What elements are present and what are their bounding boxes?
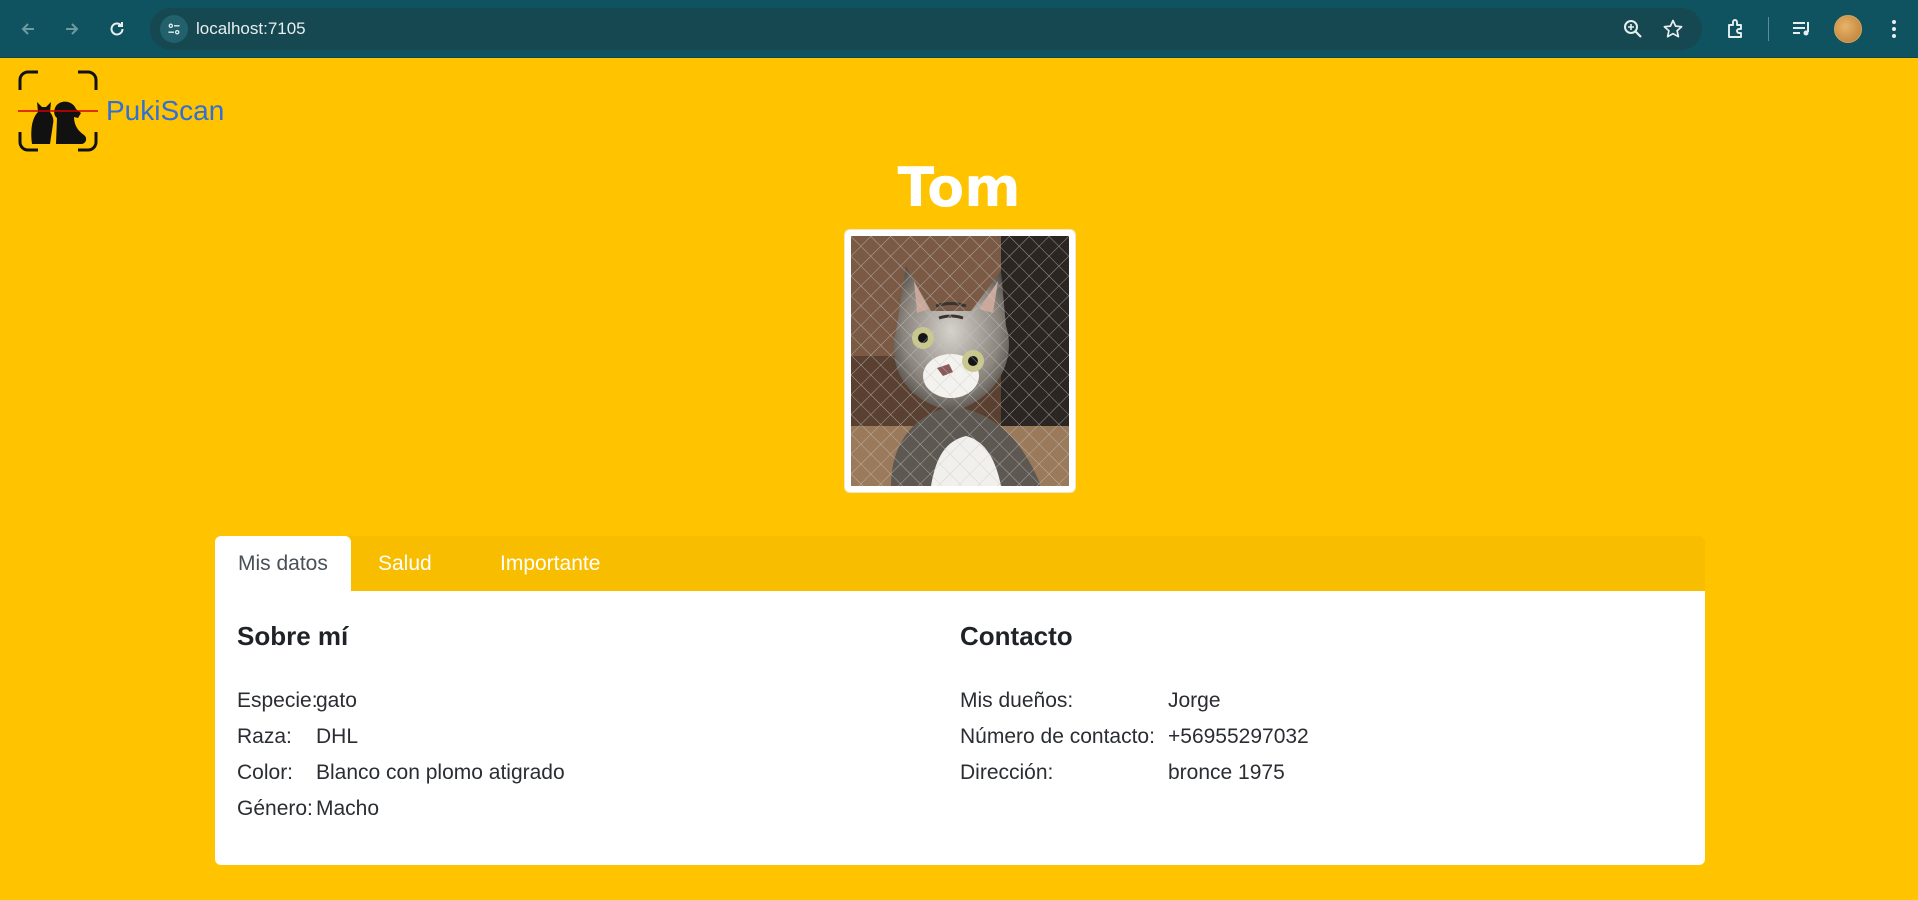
- tabs-bar: Mis datos Salud Importante: [215, 536, 1705, 592]
- about-key: Especie:: [237, 689, 318, 712]
- media-icon[interactable]: [1790, 17, 1814, 41]
- contact-value: Jorge: [1168, 689, 1221, 712]
- menu-icon[interactable]: [1882, 17, 1906, 41]
- reload-button[interactable]: [100, 12, 134, 46]
- reload-icon: [110, 22, 124, 36]
- contact-row-address: Dirección: bronce 1975: [960, 755, 1309, 791]
- contact-title: Contacto: [960, 621, 1073, 651]
- about-row-species: Especie: gato: [237, 683, 565, 719]
- about-row-gender: Género: Macho: [237, 791, 565, 827]
- forward-icon: [66, 23, 79, 35]
- about-key: Género:: [237, 797, 313, 820]
- tab-panel-mis-datos: Sobre mí Especie: gato Raza: DHL Color: …: [215, 591, 1705, 865]
- pet-name: Tom: [897, 156, 1021, 219]
- browser-toolbar: localhost:7105: [0, 0, 1918, 58]
- toolbar-divider: [1768, 17, 1769, 41]
- about-value: gato: [316, 689, 357, 712]
- pet-photo-frame: [845, 230, 1075, 492]
- cat-dog-scan-logo: [18, 70, 98, 152]
- contact-key: Mis dueños:: [960, 689, 1074, 712]
- pet-photo: [851, 236, 1069, 486]
- about-list: Especie: gato Raza: DHL Color: Blanco co…: [237, 683, 565, 827]
- tab-mis-datos[interactable]: Mis datos: [215, 536, 351, 592]
- contact-row-owners: Mis dueños: Jorge: [960, 683, 1309, 719]
- about-title: Sobre mí: [237, 621, 349, 651]
- address-bar[interactable]: localhost:7105: [150, 8, 1702, 50]
- forward-button[interactable]: [55, 12, 89, 46]
- tab-importante[interactable]: Importante: [477, 536, 623, 592]
- back-button[interactable]: [11, 12, 45, 46]
- site-info-icon[interactable]: [160, 15, 188, 43]
- contact-key: Dirección:: [960, 761, 1054, 784]
- profile-avatar[interactable]: [1834, 15, 1862, 43]
- contact-list: Mis dueños: Jorge Número de contacto: +5…: [960, 683, 1309, 791]
- tab-salud[interactable]: Salud: [355, 536, 455, 592]
- star-icon[interactable]: [1662, 18, 1684, 40]
- about-value: Macho: [316, 797, 380, 820]
- about-row-breed: Raza: DHL: [237, 719, 565, 755]
- contact-row-phone: Número de contacto: +56955297032: [960, 719, 1309, 755]
- about-key: Color:: [237, 761, 294, 784]
- contact-key: Número de contacto:: [960, 725, 1155, 748]
- brand-name[interactable]: PukiScan: [106, 95, 224, 127]
- brand[interactable]: PukiScan: [18, 70, 224, 152]
- contact-value: bronce 1975: [1168, 761, 1285, 784]
- zoom-icon[interactable]: [1622, 18, 1644, 40]
- back-icon: [21, 23, 34, 35]
- about-value: Blanco con plomo atigrado: [316, 761, 565, 784]
- extensions-icon[interactable]: [1724, 17, 1748, 41]
- about-row-color: Color: Blanco con plomo atigrado: [237, 755, 565, 791]
- url-text[interactable]: localhost:7105: [196, 19, 306, 39]
- about-value: DHL: [316, 725, 359, 748]
- about-key: Raza:: [237, 725, 292, 748]
- contact-value[interactable]: +56955297032: [1168, 725, 1309, 749]
